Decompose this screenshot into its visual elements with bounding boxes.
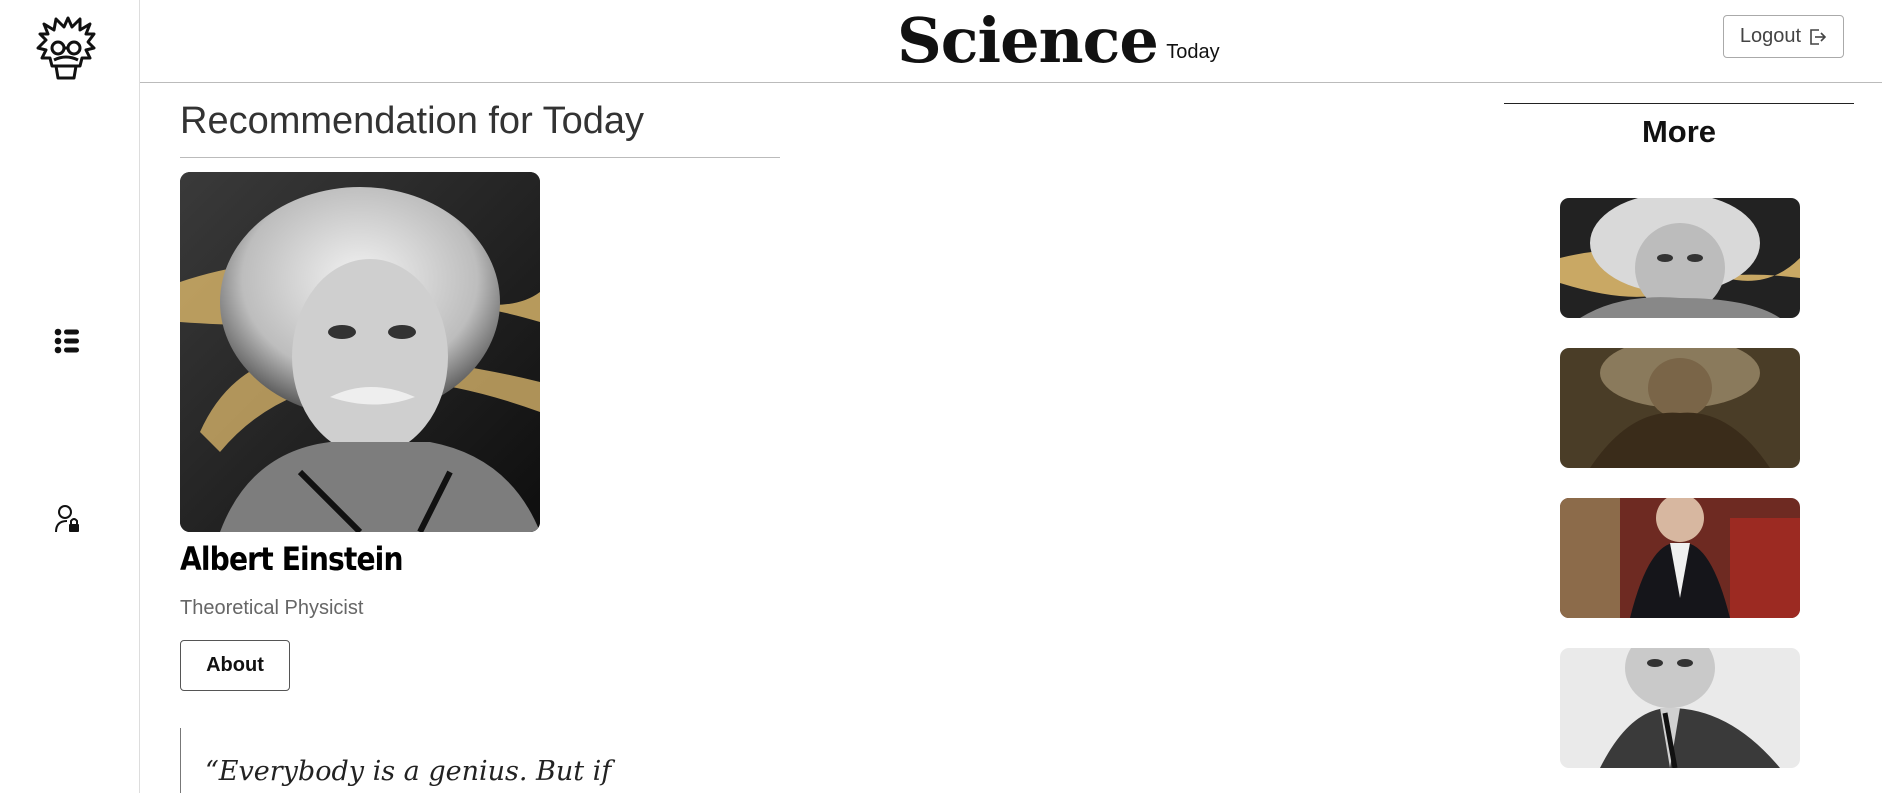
more-title: More [1641, 114, 1717, 149]
quote-block: “Everybody is a genius. But if [180, 728, 680, 793]
logout-icon [1810, 28, 1827, 45]
section-title: Recommendation for Today [180, 100, 644, 142]
more-thumbnail-3[interactable] [1560, 498, 1800, 618]
about-button[interactable]: About [180, 640, 290, 691]
logout-button[interactable]: Logout [1723, 15, 1844, 58]
featured-portrait-image [180, 172, 540, 532]
logout-label: Logout [1739, 25, 1802, 47]
title-divider [180, 157, 780, 158]
einstein-logo-icon[interactable] [34, 16, 98, 82]
more-thumbnail-1[interactable] [1560, 198, 1800, 318]
person-name: Albert Einstein [180, 540, 403, 578]
top-header: Science Today Logout [140, 0, 1882, 83]
list-icon[interactable] [54, 328, 80, 354]
brand-logo[interactable]: Science Today [897, 0, 1220, 82]
more-divider [1504, 103, 1854, 104]
more-thumbnail-2[interactable] [1560, 348, 1800, 468]
user-lock-icon[interactable] [55, 504, 81, 534]
brand-sub-text: Today [1166, 41, 1220, 63]
more-thumbnail-4[interactable] [1560, 648, 1800, 768]
brand-main-text: Science [897, 4, 1159, 77]
quote-text: “Everybody is a genius. But if [205, 756, 612, 787]
sidebar [0, 0, 140, 793]
person-role: Theoretical Physicist [180, 597, 364, 619]
